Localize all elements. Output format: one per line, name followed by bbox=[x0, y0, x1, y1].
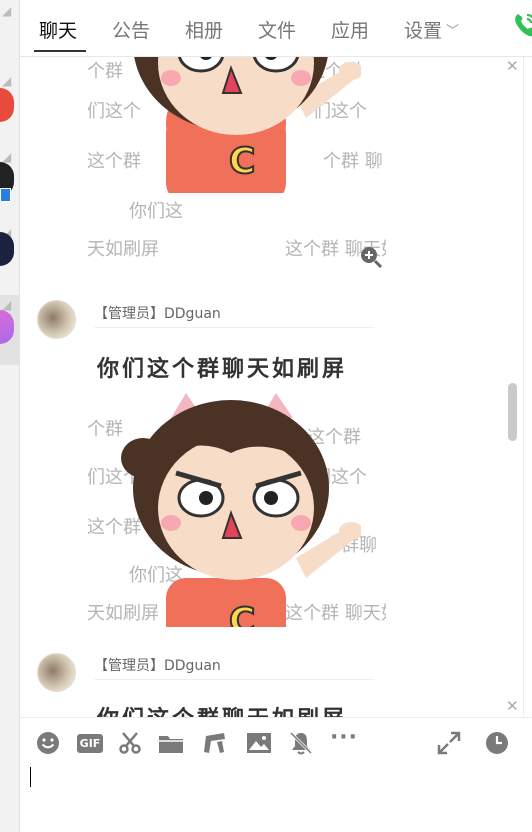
sender-name[interactable]: 【管理员】DDguan bbox=[94, 303, 221, 323]
more-label: ··· bbox=[329, 724, 359, 750]
text-caret bbox=[30, 767, 31, 787]
expand-icon[interactable] bbox=[436, 730, 462, 756]
divider bbox=[94, 327, 374, 328]
avatar[interactable] bbox=[37, 653, 76, 692]
folder-icon[interactable] bbox=[158, 730, 184, 756]
sticker-caption: 你们这个群聊天如刷屏 bbox=[97, 357, 348, 382]
tab-bar: 聊天 公告 相册 文件 应用 设置 ﹀ bbox=[20, 0, 532, 57]
chevron-down-icon: ﹀ bbox=[446, 24, 460, 39]
scissors-icon[interactable] bbox=[117, 730, 143, 756]
sender-name[interactable]: 【管理员】DDguan bbox=[94, 655, 221, 675]
sticker-image[interactable]: 你们这个群聊天如刷屏 个群 这个群 们这个 们这个 这个群 个群聊 你们这 天如… bbox=[87, 337, 386, 627]
gif-icon[interactable]: GIF bbox=[75, 730, 105, 756]
mute-icon: ◢ bbox=[2, 4, 12, 18]
tab-settings[interactable]: 设置 ﹀ bbox=[404, 16, 459, 43]
sticker-image[interactable]: 你们这个群聊天如刷屏 bbox=[87, 687, 386, 717]
emoji-icon[interactable] bbox=[35, 730, 61, 756]
divider bbox=[94, 679, 374, 680]
sticker-image[interactable]: 个群 这个群 们这个 们这个 这个群 个群 聊 你们这 天如刷屏 这个群 聊天如… bbox=[87, 57, 386, 275]
zoom-icon[interactable] bbox=[359, 245, 383, 269]
tab-announcement[interactable]: 公告 bbox=[112, 16, 150, 43]
tab-settings-label: 设置 bbox=[404, 20, 443, 42]
input-toolbar: GIF ··· bbox=[20, 717, 532, 768]
more-icon[interactable]: ··· bbox=[329, 725, 359, 756]
cartoon-face-illustration: C bbox=[121, 393, 361, 627]
music-icon[interactable] bbox=[202, 730, 228, 756]
scrollbar-thumb[interactable] bbox=[508, 383, 517, 441]
message-input[interactable] bbox=[20, 767, 532, 827]
contact-avatar[interactable] bbox=[0, 232, 14, 266]
mute-icon: ◢ bbox=[2, 74, 12, 88]
contact-avatar[interactable] bbox=[0, 88, 14, 122]
tab-apps[interactable]: 应用 bbox=[331, 16, 369, 43]
message-input-area[interactable] bbox=[20, 767, 532, 832]
tab-album[interactable]: 相册 bbox=[185, 16, 223, 43]
sticker-caption: 你们这个群聊天如刷屏 bbox=[97, 701, 347, 717]
phone-icon[interactable] bbox=[510, 10, 532, 40]
tab-files[interactable]: 文件 bbox=[258, 16, 296, 43]
close-icon[interactable]: ✕ bbox=[506, 697, 519, 715]
avatar[interactable] bbox=[37, 300, 76, 339]
message-list[interactable]: ✕ ✕ 个群 这个群 们这个 们这个 这个群 个群 聊 你们这 天如刷屏 这个群… bbox=[20, 57, 532, 717]
divider bbox=[523, 57, 524, 717]
cartoon-face-illustration: C bbox=[134, 57, 361, 193]
mute-bell-icon[interactable] bbox=[288, 730, 314, 756]
sticker-bg-text: 天如刷屏 bbox=[87, 239, 159, 260]
image-icon[interactable] bbox=[246, 730, 272, 756]
contact-strip: ◢ ◢ ◢ ◢ ◢ bbox=[0, 0, 20, 832]
history-clock-icon[interactable] bbox=[484, 730, 510, 756]
tab-active-underline bbox=[34, 50, 86, 52]
close-icon[interactable]: ✕ bbox=[506, 57, 519, 75]
svg-text:C: C bbox=[229, 601, 255, 627]
contact-badge bbox=[0, 188, 11, 202]
svg-text:C: C bbox=[229, 141, 255, 182]
tab-chat[interactable]: 聊天 bbox=[39, 16, 77, 43]
gif-label: GIF bbox=[76, 733, 104, 753]
sticker-bg-text: 你们这 bbox=[129, 201, 183, 222]
